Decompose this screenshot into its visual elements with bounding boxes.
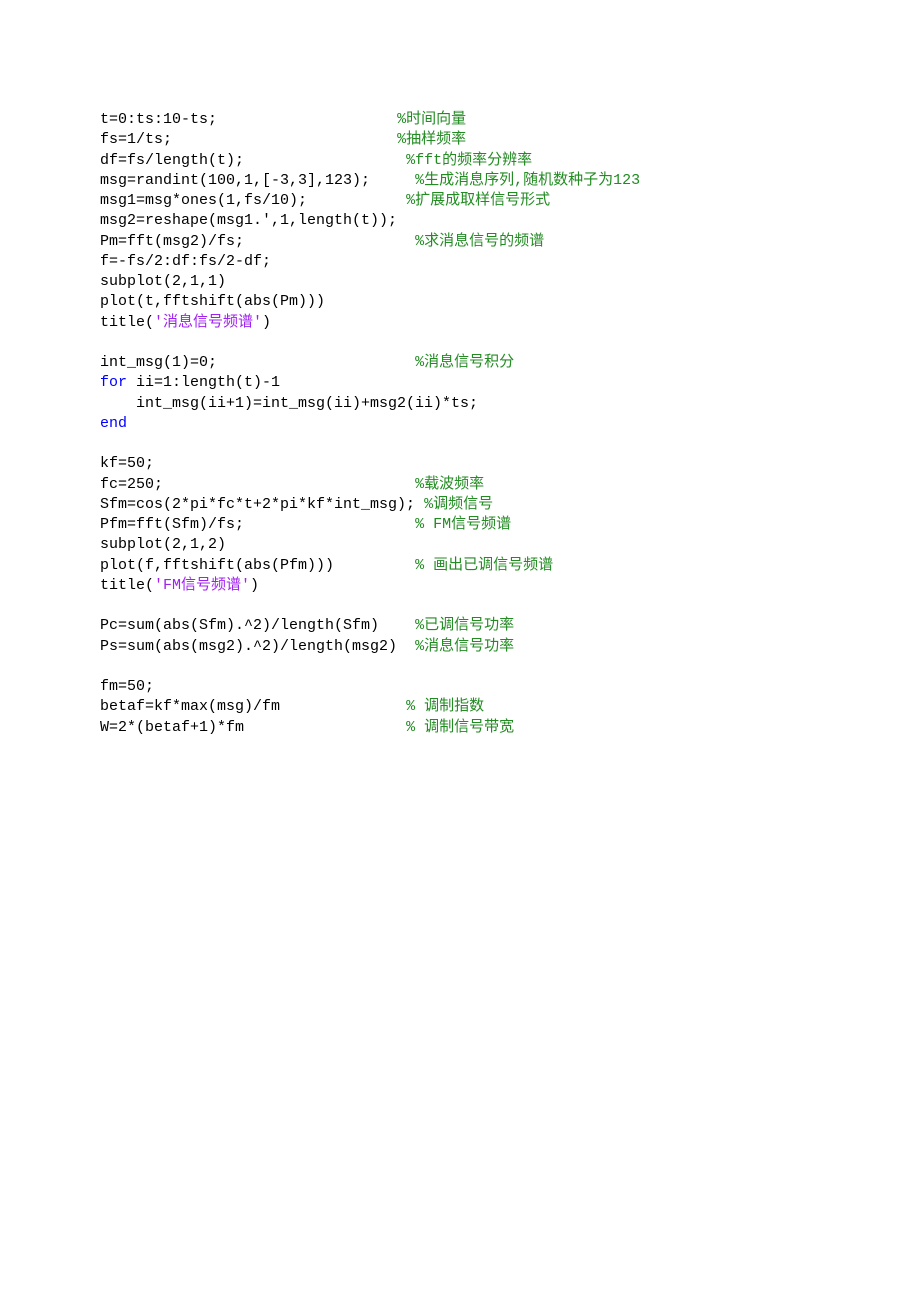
code-segment: %消息信号功率 xyxy=(415,638,514,655)
code-segment: ii=1:length(t)-1 xyxy=(136,374,280,391)
code-line: title('FM信号频谱') xyxy=(100,576,820,596)
code-line: int_msg(1)=0; %消息信号积分 xyxy=(100,353,820,373)
code-segment: Pfm=fft(Sfm)/fs; xyxy=(100,516,415,533)
code-segment: ) xyxy=(250,577,259,594)
code-line: subplot(2,1,1) xyxy=(100,272,820,292)
code-line: fm=50; xyxy=(100,677,820,697)
code-document: t=0:ts:10-ts; %时间向量fs=1/ts; %抽样频率df=fs/l… xyxy=(0,0,920,848)
code-line: plot(f,fftshift(abs(Pfm))) % 画出已调信号频谱 xyxy=(100,556,820,576)
code-line: t=0:ts:10-ts; %时间向量 xyxy=(100,110,820,130)
code-line: W=2*(betaf+1)*fm % 调制信号带宽 xyxy=(100,718,820,738)
code-line: msg2=reshape(msg1.',1,length(t)); xyxy=(100,211,820,231)
code-line: kf=50; xyxy=(100,454,820,474)
code-segment: fc=250; xyxy=(100,476,415,493)
code-line: fc=250; %载波频率 xyxy=(100,475,820,495)
code-line: Ps=sum(abs(msg2).^2)/length(msg2) %消息信号功… xyxy=(100,637,820,657)
code-line: Sfm=cos(2*pi*fc*t+2*pi*kf*int_msg); %调频信… xyxy=(100,495,820,515)
code-segment: msg2=reshape(msg1.',1,length(t)); xyxy=(100,212,397,229)
code-segment: t=0:ts:10-ts; xyxy=(100,111,397,128)
code-segment: fm=50; xyxy=(100,678,154,695)
code-segment: %抽样频率 xyxy=(397,131,466,148)
code-segment: int_msg(ii+1)=int_msg(ii)+msg2(ii)*ts; xyxy=(100,395,478,412)
code-segment: % 调制信号带宽 xyxy=(406,719,514,736)
code-segment: 'FM信号频谱' xyxy=(154,577,250,594)
code-line xyxy=(100,333,820,353)
code-segment: % 画出已调信号频谱 xyxy=(415,557,553,574)
code-segment: ) xyxy=(262,314,271,331)
code-line xyxy=(100,657,820,677)
code-segment: subplot(2,1,1) xyxy=(100,273,226,290)
code-line: betaf=kf*max(msg)/fm % 调制指数 xyxy=(100,697,820,717)
code-line: subplot(2,1,2) xyxy=(100,535,820,555)
code-line: Pc=sum(abs(Sfm).^2)/length(Sfm) %已调信号功率 xyxy=(100,616,820,636)
code-segment: %调频信号 xyxy=(424,496,493,513)
code-line: df=fs/length(t); %fft的频率分辨率 xyxy=(100,151,820,171)
code-segment: %时间向量 xyxy=(397,111,466,128)
code-segment: %fft的频率分辨率 xyxy=(406,152,532,169)
code-line: plot(t,fftshift(abs(Pm))) xyxy=(100,292,820,312)
code-segment: W=2*(betaf+1)*fm xyxy=(100,719,406,736)
code-segment: Sfm=cos(2*pi*fc*t+2*pi*kf*int_msg); xyxy=(100,496,424,513)
code-segment: %扩展成取样信号形式 xyxy=(406,192,550,209)
code-line: title('消息信号频谱') xyxy=(100,313,820,333)
code-segment: %已调信号功率 xyxy=(415,617,514,634)
code-segment: end xyxy=(100,415,127,432)
code-segment: msg=randint(100,1,[-3,3],123); xyxy=(100,172,415,189)
code-segment: %求消息信号的频谱 xyxy=(415,233,544,250)
code-segment: f=-fs/2:df:fs/2-df; xyxy=(100,253,271,270)
code-line: msg1=msg*ones(1,fs/10); %扩展成取样信号形式 xyxy=(100,191,820,211)
code-segment: betaf=kf*max(msg)/fm xyxy=(100,698,406,715)
code-segment: %消息信号积分 xyxy=(415,354,514,371)
code-line xyxy=(100,434,820,454)
code-line: Pm=fft(msg2)/fs; %求消息信号的频谱 xyxy=(100,232,820,252)
code-segment: '消息信号频谱' xyxy=(154,314,262,331)
code-segment: Ps=sum(abs(msg2).^2)/length(msg2) xyxy=(100,638,415,655)
code-segment: Pm=fft(msg2)/fs; xyxy=(100,233,415,250)
code-segment: fs=1/ts; xyxy=(100,131,397,148)
code-segment: msg1=msg*ones(1,fs/10); xyxy=(100,192,406,209)
code-line: int_msg(ii+1)=int_msg(ii)+msg2(ii)*ts; xyxy=(100,394,820,414)
code-segment: Pc=sum(abs(Sfm).^2)/length(Sfm) xyxy=(100,617,415,634)
code-line: f=-fs/2:df:fs/2-df; xyxy=(100,252,820,272)
code-line: fs=1/ts; %抽样频率 xyxy=(100,130,820,150)
code-line xyxy=(100,596,820,616)
code-segment: int_msg(1)=0; xyxy=(100,354,415,371)
code-segment: title( xyxy=(100,577,154,594)
code-segment: kf=50; xyxy=(100,455,154,472)
code-line: msg=randint(100,1,[-3,3],123); %生成消息序列,随… xyxy=(100,171,820,191)
code-segment: subplot(2,1,2) xyxy=(100,536,226,553)
code-line: for ii=1:length(t)-1 xyxy=(100,373,820,393)
code-segment: % FM信号频谱 xyxy=(415,516,511,533)
code-segment: % 调制指数 xyxy=(406,698,484,715)
code-segment: plot(f,fftshift(abs(Pfm))) xyxy=(100,557,415,574)
code-segment: %载波频率 xyxy=(415,476,484,493)
code-segment: df=fs/length(t); xyxy=(100,152,406,169)
code-segment: %生成消息序列,随机数种子为123 xyxy=(415,172,640,189)
code-line: end xyxy=(100,414,820,434)
code-segment: plot(t,fftshift(abs(Pm))) xyxy=(100,293,325,310)
code-line: Pfm=fft(Sfm)/fs; % FM信号频谱 xyxy=(100,515,820,535)
code-segment: title( xyxy=(100,314,154,331)
code-segment: for xyxy=(100,374,136,391)
